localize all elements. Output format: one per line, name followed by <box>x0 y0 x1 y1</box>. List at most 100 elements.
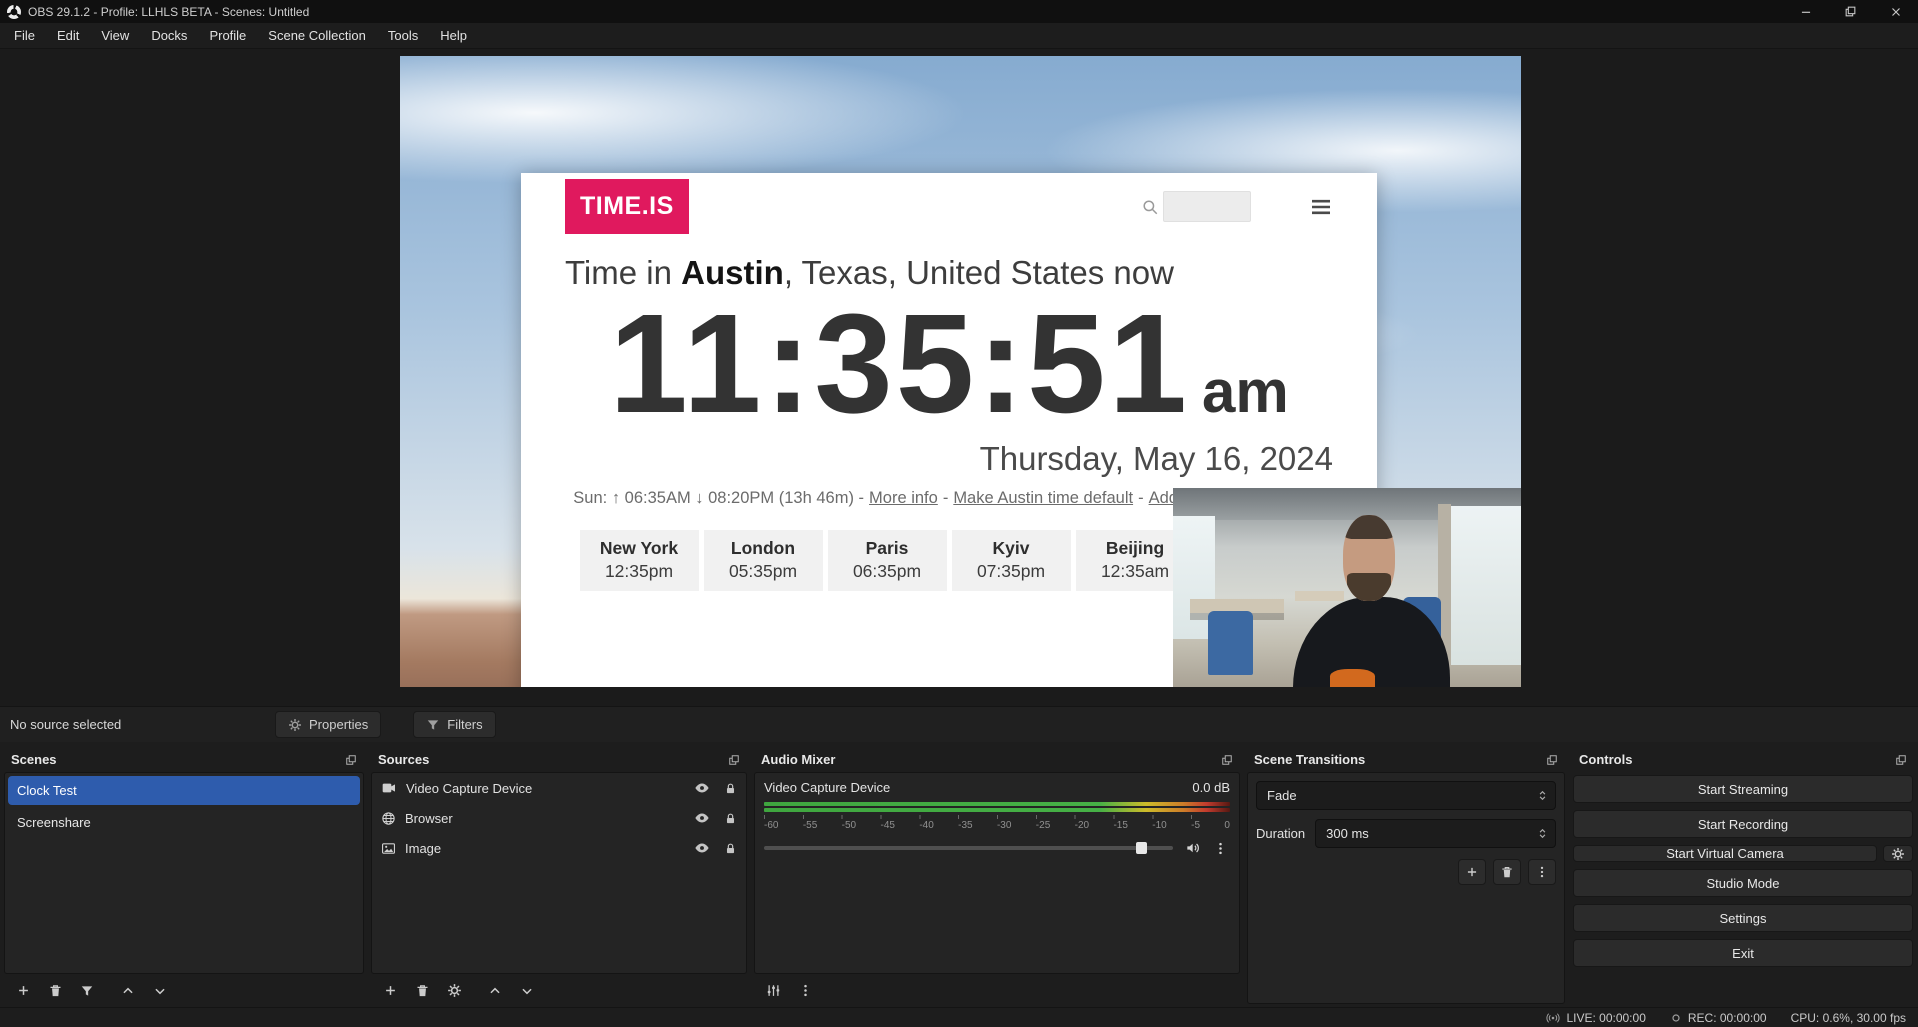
make-default-link: Make Austin time default <box>953 489 1133 508</box>
volume-slider[interactable] <box>764 846 1173 850</box>
city-card-paris: Paris 06:35pm <box>828 530 947 591</box>
scenes-list: Clock Test Screenshare <box>4 772 364 974</box>
stream-status-icon <box>1546 1011 1560 1025</box>
menu-profile[interactable]: Profile <box>198 23 257 48</box>
restore-button[interactable] <box>1828 0 1873 23</box>
popout-icon[interactable] <box>1221 754 1233 766</box>
source-move-up-button[interactable] <box>480 978 510 1003</box>
timeis-logo: TIME.IS <box>565 179 689 234</box>
timeis-clock-row: 11:35:51 am <box>565 292 1333 436</box>
scene-item-screenshare[interactable]: Screenshare <box>8 808 360 837</box>
source-item-image[interactable]: Image <box>372 833 746 863</box>
city-card-kyiv: Kyiv 07:35pm <box>952 530 1071 591</box>
start-recording-button[interactable]: Start Recording <box>1573 810 1913 838</box>
virtual-camera-row: Start Virtual Camera <box>1573 845 1913 862</box>
menu-docks[interactable]: Docks <box>140 23 198 48</box>
menu-edit[interactable]: Edit <box>46 23 90 48</box>
filters-button[interactable]: Filters <box>413 711 495 738</box>
popout-icon[interactable] <box>1895 754 1907 766</box>
source-context-toolbar: No source selected Properties Filters <box>0 706 1918 742</box>
source-move-down-button[interactable] <box>512 978 542 1003</box>
mixer-menu-button[interactable] <box>790 978 820 1003</box>
sources-toolbar <box>371 974 747 1004</box>
source-label: Browser <box>405 811 453 826</box>
menu-view[interactable]: View <box>90 23 140 48</box>
sun-times-text: Sun: ↑ 06:35AM ↓ 08:20PM (13h 46m) - <box>573 489 864 508</box>
cpu-status: CPU: 0.6%, 30.00 fps <box>1791 1011 1906 1025</box>
duration-spinner[interactable]: 300 ms <box>1315 819 1556 848</box>
timeis-header: TIME.IS <box>565 179 1333 234</box>
scene-filters-button[interactable] <box>72 978 102 1003</box>
live-status: LIVE: 00:00:00 <box>1546 1011 1645 1025</box>
properties-button[interactable]: Properties <box>275 711 381 738</box>
visibility-toggle[interactable] <box>694 840 710 856</box>
menu-scene-collection[interactable]: Scene Collection <box>257 23 377 48</box>
city-card-new-york: New York 12:35pm <box>580 530 699 591</box>
start-streaming-button[interactable]: Start Streaming <box>1573 775 1913 803</box>
add-source-button[interactable] <box>375 978 405 1003</box>
city-card-london: London 05:35pm <box>704 530 823 591</box>
visibility-toggle[interactable] <box>694 780 710 796</box>
sources-list: Video Capture Device Browser <box>371 772 747 974</box>
mixer-toolbar <box>754 974 1240 1004</box>
preview-area: TIME.IS Time in Austin, Texas, United St… <box>0 49 1918 706</box>
search-icon <box>1141 198 1159 216</box>
scene-item-clock-test[interactable]: Clock Test <box>8 776 360 805</box>
remove-transition-button[interactable] <box>1493 859 1521 885</box>
visibility-toggle[interactable] <box>694 810 710 826</box>
settings-button[interactable]: Settings <box>1573 904 1913 932</box>
lock-toggle[interactable] <box>724 842 737 855</box>
popout-icon[interactable] <box>345 754 357 766</box>
add-transition-button[interactable] <box>1458 859 1486 885</box>
timeis-date: Thursday, May 16, 2024 <box>565 440 1333 478</box>
remove-scene-button[interactable] <box>40 978 70 1003</box>
window-title: OBS 29.1.2 - Profile: LLHLS BETA - Scene… <box>28 5 309 19</box>
transition-select[interactable]: Fade <box>1256 781 1556 810</box>
scene-move-up-button[interactable] <box>113 978 143 1003</box>
transitions-panel: Fade Duration 300 ms <box>1247 772 1565 1004</box>
timeis-clock: 11:35:51 <box>609 292 1190 436</box>
scene-transitions-dock: Scene Transitions Fade Duration 300 ms <box>1247 747 1565 1004</box>
source-properties-button[interactable] <box>439 978 469 1003</box>
popout-icon[interactable] <box>728 754 740 766</box>
lock-toggle[interactable] <box>724 782 737 795</box>
source-item-browser[interactable]: Browser <box>372 803 746 833</box>
transition-menu-button[interactable] <box>1528 859 1556 885</box>
popout-icon[interactable] <box>1546 754 1558 766</box>
minimize-button[interactable] <box>1783 0 1828 23</box>
virtual-camera-settings-button[interactable] <box>1883 845 1913 862</box>
timeis-search-input <box>1163 191 1251 222</box>
advanced-audio-button[interactable] <box>758 978 788 1003</box>
mute-button[interactable] <box>1185 840 1201 856</box>
studio-mode-button[interactable]: Studio Mode <box>1573 869 1913 897</box>
menu-help[interactable]: Help <box>429 23 478 48</box>
channel-menu-button[interactable] <box>1213 841 1228 856</box>
combo-arrows-icon <box>1536 789 1549 802</box>
menu-file[interactable]: File <box>3 23 46 48</box>
mixer-channel-header: Video Capture Device 0.0 dB <box>764 780 1230 795</box>
audio-mixer-panel: Video Capture Device 0.0 dB -60 -55 -50 … <box>754 772 1240 974</box>
close-button[interactable] <box>1873 0 1918 23</box>
volume-slider-handle[interactable] <box>1136 842 1147 854</box>
remove-source-button[interactable] <box>407 978 437 1003</box>
titlebar: OBS 29.1.2 - Profile: LLHLS BETA - Scene… <box>0 0 1918 23</box>
menu-tools[interactable]: Tools <box>377 23 429 48</box>
start-virtual-camera-button[interactable]: Start Virtual Camera <box>1573 845 1877 862</box>
controls-dock: Controls Start Streaming Start Recording… <box>1572 747 1914 1004</box>
webcam-overlay <box>1173 488 1521 687</box>
add-scene-button[interactable] <box>8 978 38 1003</box>
source-item-video-capture-device[interactable]: Video Capture Device <box>372 773 746 803</box>
no-source-label: No source selected <box>10 717 275 732</box>
exit-button[interactable]: Exit <box>1573 939 1913 967</box>
meter-tick-marks <box>764 815 1230 819</box>
hamburger-menu-icon <box>1309 195 1333 219</box>
duration-label: Duration <box>1256 826 1305 841</box>
webcam-person <box>1288 500 1455 687</box>
window-buttons <box>1783 0 1918 23</box>
timeis-meridiem: am <box>1202 357 1289 426</box>
globe-icon <box>381 811 396 826</box>
program-canvas[interactable]: TIME.IS Time in Austin, Texas, United St… <box>400 56 1521 687</box>
sources-dock-title: Sources <box>378 752 429 767</box>
lock-toggle[interactable] <box>724 812 737 825</box>
scene-move-down-button[interactable] <box>145 978 175 1003</box>
